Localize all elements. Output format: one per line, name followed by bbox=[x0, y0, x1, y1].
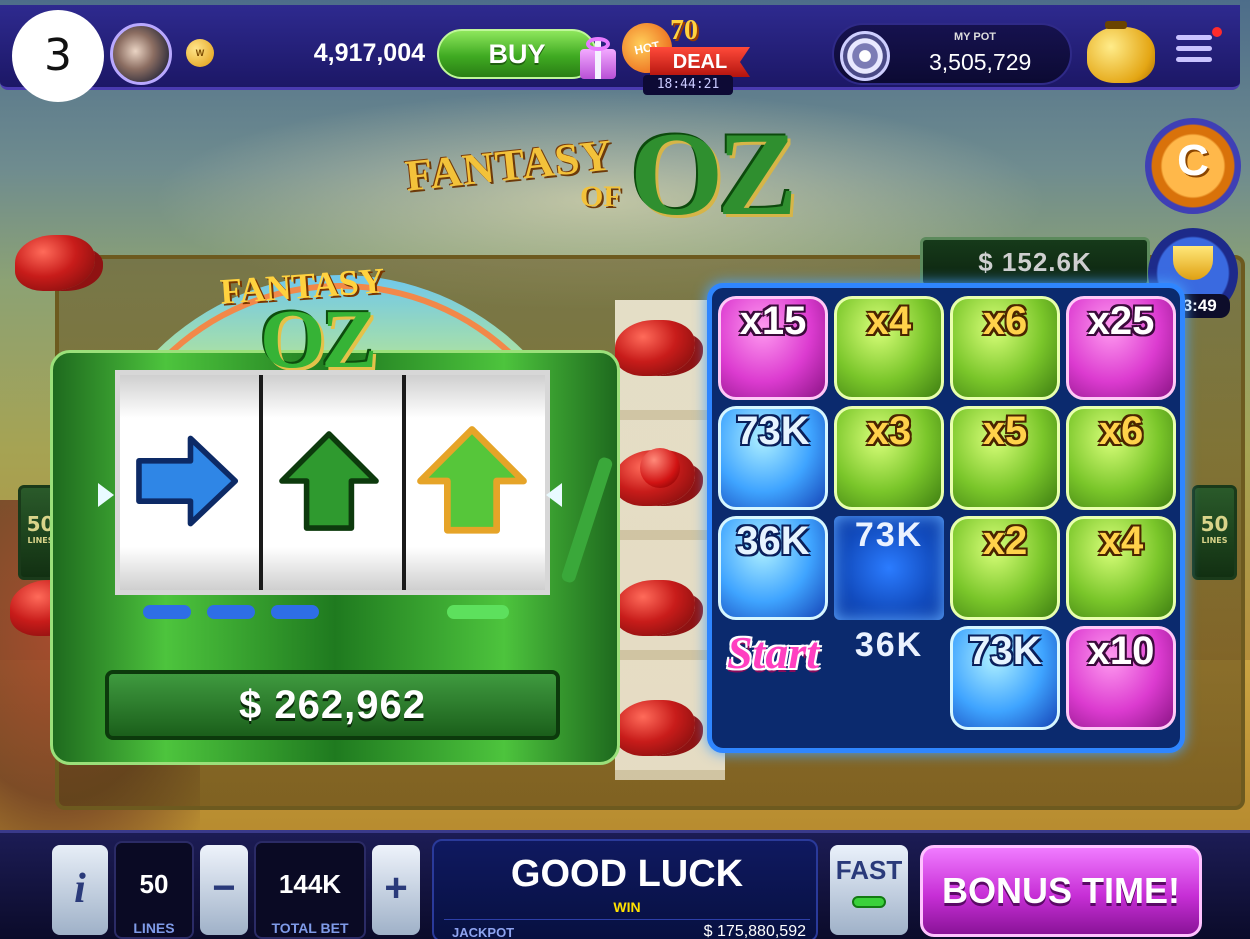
decrease-bet-button[interactable]: − bbox=[200, 845, 248, 935]
total-bet-value: 144K bbox=[278, 869, 342, 899]
bonus-board-cell: 73K bbox=[834, 516, 944, 620]
bonus-board-cell: x6 bbox=[950, 296, 1060, 400]
bonus-start-cell: Start bbox=[718, 626, 828, 730]
bonus-board-cell: 36K bbox=[718, 516, 828, 620]
avatar[interactable] bbox=[110, 23, 172, 85]
jackpot-row: JACKPOT $ 175,880,592 bbox=[444, 919, 810, 939]
indicator-light bbox=[207, 605, 255, 619]
background-pot-plaque: $ 152.6K bbox=[920, 237, 1150, 287]
deal-timer: 18:44:21 bbox=[643, 75, 733, 95]
message-panel: GOOD LUCK WIN JACKPOT $ 175,880,592 bbox=[432, 839, 818, 939]
arrow-up-icon bbox=[273, 425, 385, 537]
mini-reel bbox=[120, 375, 259, 590]
fast-indicator-light bbox=[852, 896, 886, 908]
piggy-bank-icon[interactable] bbox=[1087, 21, 1155, 83]
bonus-board-cell: x4 bbox=[834, 296, 944, 400]
jackpot-label: JACKPOT bbox=[452, 925, 515, 939]
side-lines-right: 50 LINES bbox=[1192, 485, 1237, 580]
lines-display: 50 LINES bbox=[114, 841, 194, 939]
buy-button[interactable]: BUY bbox=[437, 29, 597, 79]
info-button[interactable]: i bbox=[52, 845, 108, 935]
mini-slot-reels bbox=[115, 370, 550, 595]
top-bar: W 4,917,004 BUY HOT 70 DEAL 18:44:21 MY … bbox=[0, 5, 1240, 95]
jackpot-value: $ 175,880,592 bbox=[703, 923, 806, 939]
total-bet-label: TOTAL BET bbox=[271, 920, 349, 936]
increase-bet-button[interactable]: + bbox=[372, 845, 420, 935]
my-pot-value: 3,505,729 bbox=[929, 49, 1032, 75]
bonus-board-cell: x5 bbox=[950, 406, 1060, 510]
side-lines-value: 50 bbox=[1200, 512, 1229, 536]
arrow-up-icon bbox=[416, 425, 528, 537]
indicator-light bbox=[447, 605, 509, 619]
indicator-light bbox=[271, 605, 319, 619]
bottom-bar: i 50 LINES − 144K TOTAL BET + GOOD LUCK … bbox=[0, 830, 1250, 939]
my-pot-box[interactable]: MY POT 3,505,729 bbox=[832, 23, 1072, 85]
lines-label: LINES bbox=[133, 920, 175, 936]
bonus-board-cell: x6 bbox=[1066, 406, 1176, 510]
deal-number: 70 bbox=[670, 15, 698, 46]
game-title-of: OF bbox=[580, 180, 622, 213]
bonus-board-cell: 73K bbox=[718, 406, 828, 510]
mini-slot-lights bbox=[135, 605, 535, 625]
vip-coin-icon[interactable]: W bbox=[186, 39, 214, 67]
total-bet-display: 144K TOTAL BET bbox=[254, 841, 366, 939]
lever-ball bbox=[640, 448, 680, 488]
bonus-board-cell: x4 bbox=[1066, 516, 1176, 620]
win-label: WIN bbox=[613, 899, 641, 915]
notification-dot bbox=[1212, 27, 1222, 37]
bonus-board-cell: x15 bbox=[718, 296, 828, 400]
bonus-board-cell: x25 bbox=[1066, 296, 1176, 400]
bonus-board-cell: 73K bbox=[950, 626, 1060, 730]
arrow-right-icon bbox=[130, 425, 242, 537]
mini-slot-machine: OZ FANTASY $ 262,962 bbox=[50, 255, 620, 765]
bonus-board-cell: x2 bbox=[950, 516, 1060, 620]
my-pot-label: MY POT bbox=[954, 31, 996, 43]
side-lines-label: LINES bbox=[1201, 536, 1228, 545]
gift-icon[interactable] bbox=[578, 35, 618, 79]
step-number-badge: 3 bbox=[12, 10, 104, 102]
mini-reel bbox=[406, 375, 545, 590]
game-title-oz: OZ bbox=[630, 107, 797, 240]
fast-label: FAST bbox=[835, 855, 903, 885]
reel-pointer-right bbox=[546, 483, 562, 507]
coin-icon[interactable] bbox=[1145, 118, 1241, 214]
bonus-board: x15 x4 x6 x25 73K x3 x5 x6 36K 73K x2 x4 Start 36K 73K… bbox=[707, 283, 1185, 753]
reel-pointer-left bbox=[98, 483, 114, 507]
bonus-board-cell: x3 bbox=[834, 406, 944, 510]
fast-spin-toggle[interactable]: FAST bbox=[830, 845, 908, 935]
bonus-board-cell: x10 bbox=[1066, 626, 1176, 730]
coin-balance: 4,917,004 bbox=[313, 39, 425, 67]
pot-icon bbox=[840, 31, 890, 81]
indicator-light bbox=[143, 605, 191, 619]
bonus-board-cell: 36K bbox=[854, 626, 924, 664]
mini-slot-win-amount: $ 262,962 bbox=[105, 670, 560, 740]
bonus-time-button[interactable]: BONUS TIME! bbox=[920, 845, 1202, 937]
lines-value: 50 bbox=[139, 869, 169, 899]
menu-icon[interactable] bbox=[1176, 35, 1212, 65]
status-message: GOOD LUCK bbox=[510, 853, 744, 895]
deal-label: DEAL bbox=[650, 47, 750, 77]
mini-reel bbox=[263, 375, 402, 590]
